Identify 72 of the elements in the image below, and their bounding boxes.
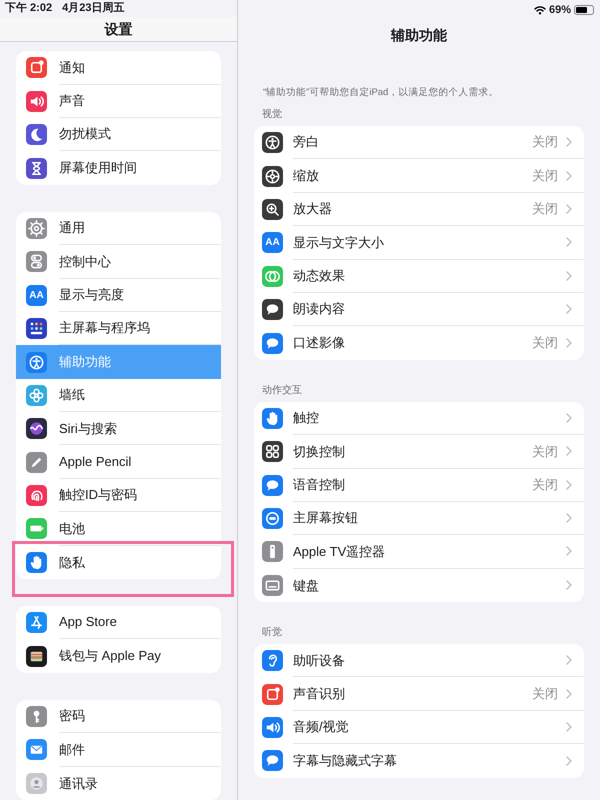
battery-percentage: 69%	[548, 2, 571, 18]
sidebar-item[interactable]: Siri与搜索	[16, 412, 221, 446]
status-time: 下午 2:02	[5, 0, 52, 16]
sidebar-item[interactable]: App Store	[16, 606, 221, 640]
sidebar-item[interactable]: 墙纸	[16, 378, 221, 412]
sidebar-item[interactable]: 通用	[16, 212, 221, 246]
sidebar-item[interactable]: 通知	[16, 51, 221, 85]
row-value: 关闭	[532, 133, 558, 152]
row-value: 关闭	[532, 442, 558, 461]
page-title: 辅助功能	[391, 26, 447, 44]
chevron-icon	[566, 237, 572, 248]
settings-row[interactable]: 旁白 关闭	[254, 126, 584, 160]
chevron-icon	[566, 170, 572, 181]
settings-row[interactable]: 口述影像 关闭	[254, 326, 584, 360]
section-header: 听觉	[261, 626, 283, 640]
chevron-icon	[566, 137, 572, 148]
chevron-icon	[566, 338, 572, 348]
chevron-icon	[566, 722, 572, 732]
sidebar-item[interactable]: 通讯录	[16, 766, 221, 800]
settings-row[interactable]: 切换控制 关闭	[254, 435, 584, 469]
section-header: 动作交互	[261, 384, 303, 398]
sidebar-item[interactable]: 触控ID与密码	[16, 478, 221, 512]
settings-row[interactable]: 触控	[254, 402, 584, 436]
chevron-icon	[566, 688, 572, 699]
sidebar-item[interactable]: 电池	[16, 512, 221, 546]
sidebar-item[interactable]: 隐私	[16, 546, 221, 580]
sidebar-item[interactable]: 屏幕使用时间	[16, 151, 221, 185]
status-date: 4月23日周五	[62, 1, 124, 16]
chevron-icon	[566, 270, 572, 281]
text-size-icon: AA	[262, 232, 283, 254]
text-size-icon: AA	[26, 284, 47, 306]
settings-row[interactable]: 音频/视觉	[254, 710, 584, 744]
sidebar-item[interactable]: Apple Pencil	[16, 445, 221, 479]
chevron-icon	[566, 655, 572, 666]
settings-row[interactable]: 主屏幕按钮	[254, 502, 584, 536]
settings-row[interactable]: 声音识别 关闭	[254, 677, 584, 711]
description-text: “辅助功能”可帮助您自定iPad，以满足您的个人需求。	[263, 86, 498, 100]
settings-row[interactable]: Apple TV遥控器	[254, 535, 584, 569]
settings-row[interactable]: AA 显示与文字大小	[254, 226, 584, 260]
settings-row[interactable]: 放大器 关闭	[254, 192, 584, 226]
sidebar-item[interactable]: 控制中心	[16, 245, 221, 279]
sidebar-item[interactable]: 钱包与 Apple Pay	[16, 639, 221, 673]
row-value: 关闭	[532, 476, 558, 494]
chevron-icon	[566, 580, 572, 590]
sidebar-item[interactable]: 勿扰模式	[16, 118, 221, 152]
row-value: 关闭	[532, 166, 558, 185]
sidebar-item[interactable]: 邮件	[16, 733, 221, 767]
chevron-icon	[566, 446, 572, 456]
row-value: 关闭	[532, 200, 558, 218]
sidebar-item[interactable]: 声音	[16, 84, 221, 118]
settings-row[interactable]: 语音控制 关闭	[254, 468, 584, 502]
battery-icon	[574, 5, 594, 15]
chevron-icon	[566, 304, 572, 314]
row-value: 关闭	[532, 684, 558, 703]
sidebar-title: 设置	[104, 20, 132, 38]
settings-row[interactable]: 动态效果	[254, 260, 584, 293]
sidebar-item[interactable]: 密码	[16, 700, 221, 734]
section-header: 视觉	[261, 108, 283, 122]
wifi-icon	[534, 5, 546, 15]
settings-row[interactable]: 缩放 关闭	[254, 159, 584, 193]
row-value: 关闭	[532, 334, 558, 352]
chevron-icon	[566, 204, 572, 214]
chevron-icon	[566, 756, 572, 766]
settings-row[interactable]: 字幕与隐藏式字幕	[254, 744, 584, 778]
settings-row[interactable]: 助听设备	[254, 644, 584, 678]
settings-row[interactable]: 键盘	[254, 568, 584, 602]
chevron-icon	[566, 513, 572, 524]
chevron-icon	[566, 546, 572, 556]
settings-row[interactable]: 朗读内容	[254, 292, 584, 326]
sidebar-item[interactable]: AA 显示与亮度	[16, 278, 221, 312]
chevron-icon	[566, 480, 572, 490]
chevron-icon	[566, 412, 572, 423]
